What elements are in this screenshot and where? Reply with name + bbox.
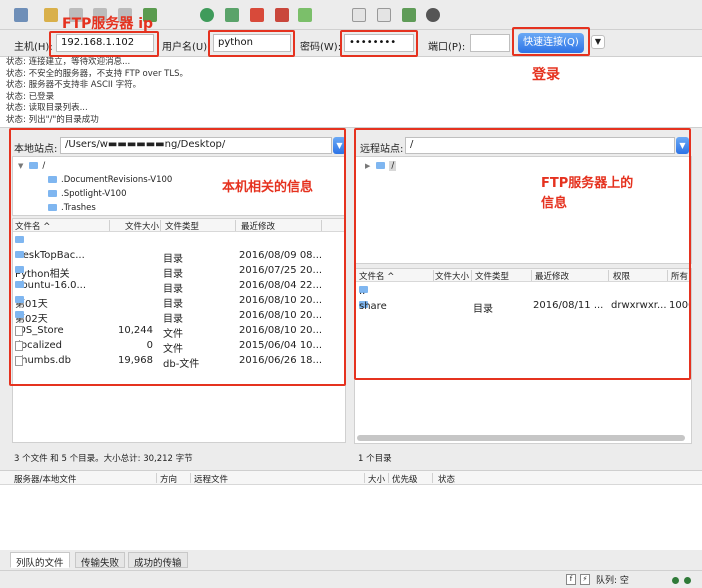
column-header[interactable]: 状态 [438,473,455,485]
queue-view-icon[interactable] [44,8,58,22]
host-label: 主机(H): [14,42,53,53]
column-header[interactable]: 服务器/本地文件 [14,473,76,485]
annotation-remote-info: FTP服务器上的 [541,176,634,191]
port-input[interactable] [470,34,510,52]
disconnect-icon[interactable] [275,8,289,22]
transfer-queue: 服务器/本地文件 方向 远程文件 大小 优先级 状态 [0,470,702,550]
log-line: 状态: 连接建立，等待欢迎消息... [6,57,131,67]
speed-limit-icon[interactable]: ⚡ [580,574,590,585]
horizontal-scrollbar[interactable] [357,435,685,441]
search-icon[interactable] [426,8,440,22]
port-label: 端口(P): [428,42,466,53]
column-header[interactable]: 优先级 [392,473,418,485]
annotation-box-remote [354,128,691,380]
user-label: 用户名(U): [162,42,211,53]
log-line: 状态: 读取目录列表... [6,103,88,114]
process-queue-icon[interactable] [225,8,239,22]
compare-icon[interactable] [377,8,391,22]
message-log: 状态: 连接建立，等待欢迎消息... 状态: 不安全的服务器，不支持 FTP o… [0,56,702,128]
send-indicator-icon [684,577,691,584]
lock-icon: f [566,574,576,585]
cancel-icon[interactable] [250,8,264,22]
column-header[interactable]: 远程文件 [194,473,228,485]
annotation-box-local [9,128,346,386]
annotation-box-connect [512,27,590,56]
filter-icon[interactable] [352,8,366,22]
refresh-icon[interactable] [200,8,214,22]
reconnect-icon[interactable] [298,8,312,22]
annotation-ip: FTP服务器 ip [62,16,154,32]
annotation-local-info: 本机相关的信息 [222,180,314,195]
receive-indicator-icon [672,577,679,584]
tab-failed-transfers[interactable]: 传输失败 [75,552,126,569]
annotation-remote-info: 信息 [541,196,568,211]
queue-tabs: 列队的文件 传输失败 成功的传输 [0,550,702,570]
column-header[interactable]: 大小 [368,473,385,485]
annotation-box-user [208,30,295,57]
column-header[interactable]: 方向 [160,473,177,485]
log-line: 状态: 不安全的服务器，不支持 FTP over TLS。 [6,68,189,79]
tab-successful-transfers[interactable]: 成功的传输 [128,552,188,569]
local-status: 3 个文件 和 5 个目录。大小总计: 30,212 字节 [14,454,193,464]
log-line: 状态: 列出"/"的目录成功 [6,114,99,125]
annotation-box-password [340,30,418,57]
sync-browse-icon[interactable] [402,8,416,22]
log-line: 状态: 服务器不支持非 ASCII 字符。 [6,80,142,91]
status-bar: f ⚡ 队列: 空 [0,570,702,588]
queue-status: 队列: 空 [596,576,629,586]
annotation-box-host [49,31,159,57]
tab-queued-files[interactable]: 列队的文件 [10,552,70,569]
password-label: 密码(W): [300,42,342,53]
queue-header: 服务器/本地文件 方向 远程文件 大小 优先级 状态 [0,471,702,485]
remote-status: 1 个目录 [358,454,392,464]
site-manager-icon[interactable] [14,8,28,22]
log-line: 状态: 已登录 [6,91,55,102]
chevron-down-icon[interactable]: ▼ [591,35,605,49]
annotation-login: 登录 [532,67,560,83]
